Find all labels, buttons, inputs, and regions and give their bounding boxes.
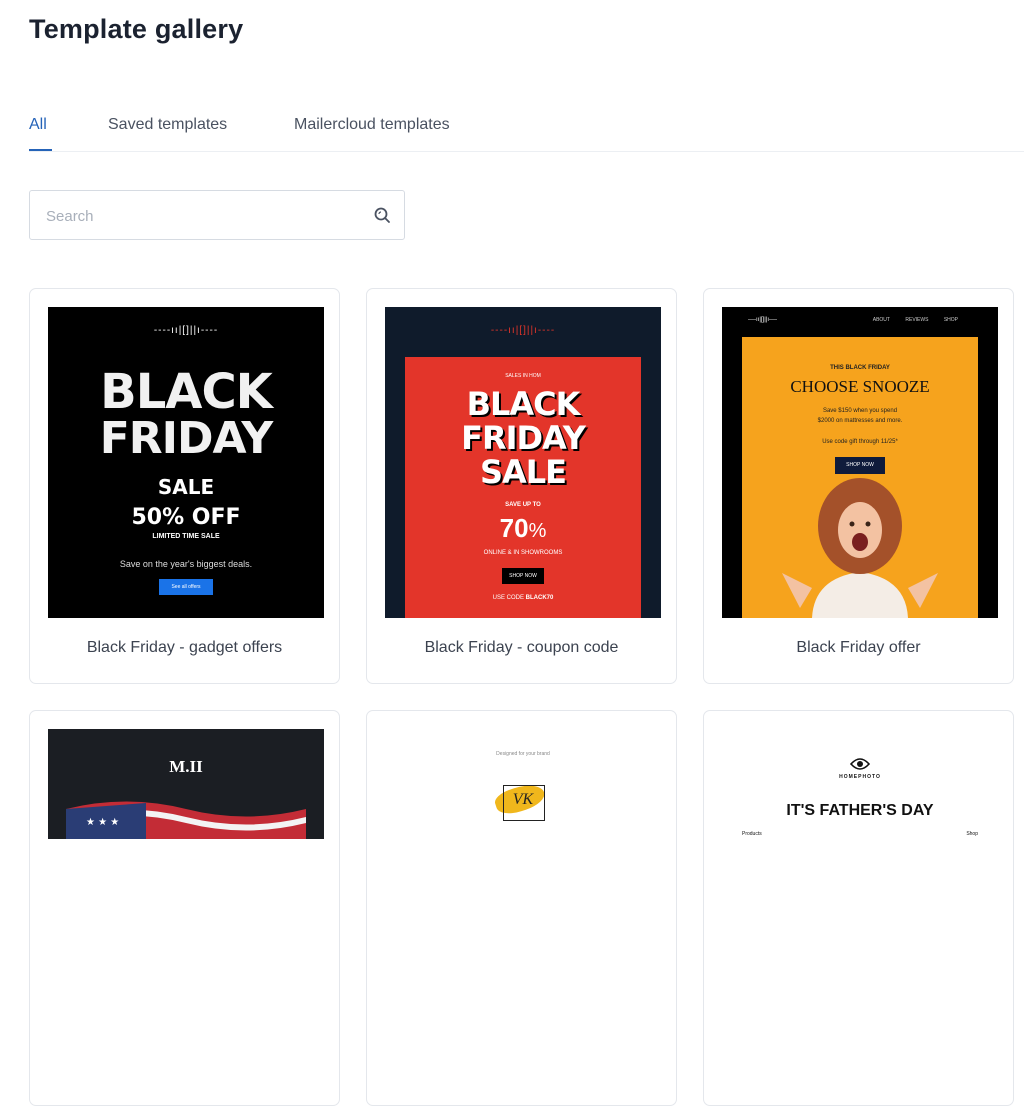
preview-red-panel: SALES IN HOM BLACK FRIDAY SALE SAVE UP T…: [405, 357, 641, 618]
search-input[interactable]: [44, 191, 368, 241]
card-title[interactable]: Black Friday - coupon code: [367, 639, 676, 657]
template-preview: HOMEPHOTO IT'S FATHER'S DAY Products Sho…: [722, 729, 998, 839]
preview-headline-1: BLACK: [100, 364, 273, 420]
preview-eyebrow: THIS BLACK FRIDAY: [830, 365, 890, 371]
preview-code: USE CODE BLACK70: [405, 595, 641, 601]
eye-logo-icon: [850, 758, 870, 770]
preview-body-1: Save $150 when you spend: [822, 408, 898, 414]
tab-mailercloud-templates[interactable]: Mailercloud templates: [294, 116, 450, 134]
preview-sale: SALE: [157, 475, 215, 499]
preview-offer: 50% OFF: [131, 505, 241, 530]
preview-code-value: BLACK70: [525, 595, 554, 601]
preview-button: See all offers: [159, 579, 213, 595]
preview-eyebrow: Designed for your brand: [496, 751, 550, 757]
template-preview: M.II ★ ★ ★: [48, 729, 324, 839]
template-card[interactable]: ----ıı|[]||ı---- BLACK FRIDAY SALE 50% O…: [29, 288, 340, 684]
preview-headline-1: BLACK: [466, 385, 581, 423]
tab-saved-templates[interactable]: Saved templates: [108, 116, 227, 134]
template-card[interactable]: ----ıı|[]||ı---- ABOUT REVIEWS SHOP THIS…: [703, 288, 1014, 684]
brand-logo: M.II: [169, 757, 203, 776]
template-card[interactable]: M.II ★ ★ ★: [29, 710, 340, 1106]
preview-percent-value: 70: [499, 513, 529, 543]
preview-eyebrow: SALES IN HOM: [505, 373, 541, 379]
card-title[interactable]: Black Friday - gadget offers: [30, 639, 339, 657]
preview-button: SHOP NOW: [502, 568, 544, 584]
tab-all[interactable]: All: [29, 116, 47, 134]
page-title: Template gallery: [29, 14, 244, 44]
preview-orange-panel: THIS BLACK FRIDAY CHOOSE SNOOZE Save $15…: [742, 337, 978, 618]
tab-divider: [29, 151, 1024, 152]
svg-text:★ ★ ★: ★ ★ ★: [86, 817, 119, 828]
preview-right-label: Shop: [966, 831, 978, 837]
preview-body-2: $2000 on mattresses and more.: [817, 418, 903, 424]
template-card[interactable]: HOMEPHOTO IT'S FATHER'S DAY Products Sho…: [703, 710, 1014, 1106]
preview-code-text: Use code gift through 11/25*: [822, 439, 898, 445]
preview-headline: IT'S FATHER'S DAY: [786, 802, 934, 819]
template-preview: Designed for your brand VK: [385, 729, 661, 839]
preview-code-prefix: USE CODE: [492, 595, 524, 601]
template-preview: ----ıı|[]||ı---- BLACK FRIDAY SALE 50% O…: [48, 307, 324, 618]
preview-nav-about: ABOUT: [872, 317, 890, 323]
preview-percent-sign: %: [528, 520, 547, 542]
template-preview: ----ıı|[]||ı---- SALES IN HOM BLACK FRID…: [385, 307, 661, 618]
preview-headline-2: FRIDAY: [461, 419, 586, 457]
preview-nav: ABOUT REVIEWS SHOP: [873, 317, 958, 323]
tab-bar: All Saved templates Mailercloud template…: [0, 110, 1024, 152]
preview-left-label: Products: [742, 831, 762, 837]
brand-logo: ----ıı|[]||ı----: [153, 325, 219, 336]
brand-logo: ----ıı|[]||ı----: [490, 325, 556, 336]
preview-headline: CHOOSE SNOOZE: [790, 377, 930, 396]
brand-logo: ----ıı|[]||ı----: [748, 317, 777, 323]
preview-nav-shop: SHOP: [943, 317, 958, 323]
preview-percent: 70%: [405, 513, 641, 544]
search-icon[interactable]: [373, 206, 391, 224]
preview-save-label: SAVE UP TO: [505, 502, 541, 508]
search-box: [29, 190, 405, 241]
flag-icon: ★ ★ ★: [66, 801, 306, 839]
template-card[interactable]: ----ıı|[]||ı---- SALES IN HOM BLACK FRID…: [366, 288, 677, 684]
preview-limited: LIMITED TIME SALE: [152, 533, 220, 540]
template-preview: ----ıı|[]||ı---- ABOUT REVIEWS SHOP THIS…: [722, 307, 998, 618]
preview-headline-3: SALE: [479, 453, 567, 491]
preview-headline-2: FRIDAY: [99, 413, 274, 464]
template-card[interactable]: Designed for your brand VK: [366, 710, 677, 1106]
preview-nav-reviews: REVIEWS: [905, 317, 929, 323]
preview-tagline: Save on the year's biggest deals.: [119, 559, 253, 569]
card-title[interactable]: Black Friday offer: [704, 639, 1013, 657]
preview-brand: HOMEPHOTO: [839, 774, 881, 780]
woman-photo-icon: [782, 478, 938, 618]
preview-where: ONLINE & IN SHOWROOMS: [483, 550, 563, 556]
preview-monogram: VK: [512, 791, 534, 808]
